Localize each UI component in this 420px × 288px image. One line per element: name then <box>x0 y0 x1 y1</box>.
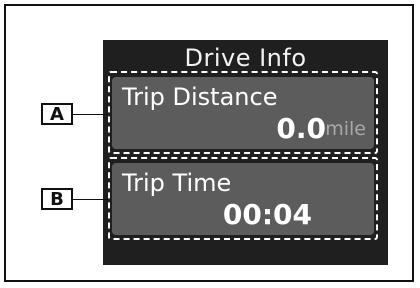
leader-line-b <box>73 199 108 200</box>
callout-tag-b: B <box>41 188 73 210</box>
screen-title: Drive Info <box>184 44 307 72</box>
callout-box-b <box>108 157 378 240</box>
callout-box-a <box>108 71 378 154</box>
leader-line-a <box>73 114 108 115</box>
callout-tag-a: A <box>41 103 73 125</box>
